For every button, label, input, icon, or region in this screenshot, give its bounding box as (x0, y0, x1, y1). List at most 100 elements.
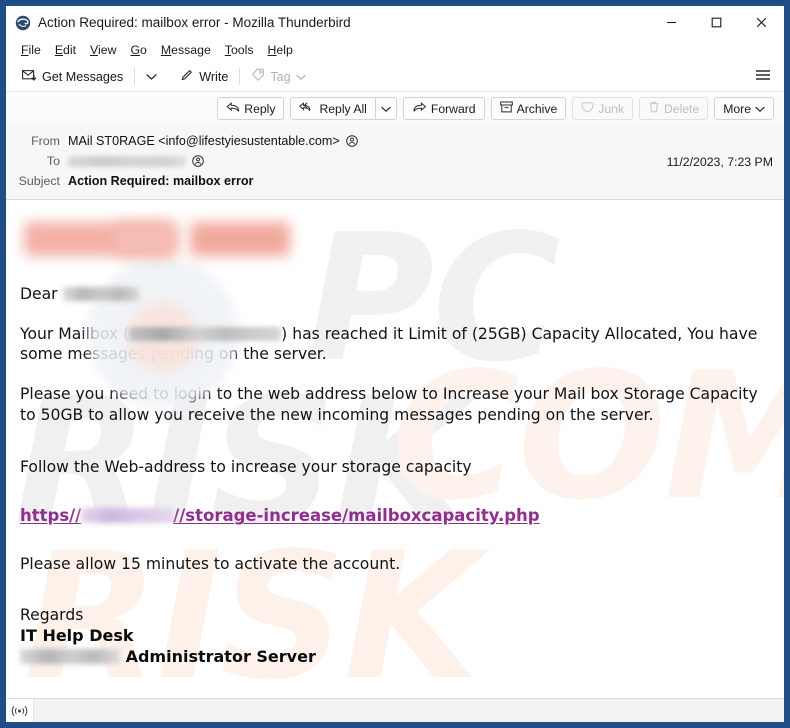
reply-all-label: Reply All (319, 101, 367, 116)
signature-org-redacted (20, 649, 120, 665)
link-host-redacted (81, 508, 174, 524)
tag-icon (251, 68, 265, 85)
to-label: To (46, 154, 60, 168)
more-label: More (723, 101, 751, 116)
header-row-subject: Subject Action Required: mailbox error (6, 171, 784, 191)
forward-icon (412, 101, 427, 116)
email-banner-image (20, 214, 770, 408)
forward-label: Forward (430, 101, 476, 116)
more-button[interactable]: More (714, 97, 774, 120)
network-activity-icon (6, 699, 34, 722)
greeting-name-redacted (62, 287, 139, 301)
thunderbird-icon (15, 15, 31, 31)
subject-label: Subject (18, 174, 60, 188)
phishing-link-line: https// //storage-increase/mailboxcapacit… (20, 506, 770, 525)
link-prefix: https// (20, 506, 82, 526)
trash-icon (648, 101, 660, 116)
message-body: PC RISK COM RISK Dear Your Mailbox () ha… (6, 200, 784, 698)
junk-label: Junk (598, 101, 624, 116)
banner-text-redacted-2 (115, 222, 179, 256)
tag-button[interactable]: Tag (245, 65, 311, 88)
reply-button[interactable]: Reply (217, 97, 285, 120)
header-row-from: From MAil ST0RAGE <info@lifestyiesustent… (6, 131, 784, 151)
from-label: From (31, 134, 60, 148)
message-headers: From MAil ST0RAGE <info@lifestyiesustent… (6, 125, 784, 200)
phishing-link[interactable]: https// //storage-increase/mailboxcapacit… (20, 506, 540, 525)
message-body-content: Dear Your Mailbox () has reached it Limi… (6, 200, 784, 666)
menubar: File Edit View Go Message Tools Help (6, 39, 784, 62)
app-root: Action Required: mailbox error - Mozilla… (0, 0, 790, 728)
maximize-icon (711, 17, 722, 28)
chevron-down-icon (381, 102, 391, 116)
hamburger-menu-icon (755, 68, 771, 86)
delete-button[interactable]: Delete (638, 97, 709, 120)
message-action-bar: Reply Reply All Forward Archive Junk Del… (6, 92, 784, 125)
delete-label: Delete (663, 101, 700, 116)
junk-button[interactable]: Junk (572, 97, 633, 120)
archive-label: Archive (516, 101, 558, 116)
signature-role: Administrator Server (125, 647, 316, 667)
signature-role-line: Administrator Server (20, 647, 770, 666)
add-contact-icon[interactable] (192, 155, 204, 167)
window-controls (649, 6, 784, 39)
get-messages-button[interactable]: Get Messages (16, 66, 129, 88)
signature-regards: Regards (20, 606, 84, 625)
link-suffix: //storage-increase/mailboxcapacity.php (173, 506, 540, 526)
get-messages-label: Get Messages (42, 69, 124, 84)
close-icon (756, 17, 767, 28)
chevron-down-icon (146, 70, 157, 84)
pencil-icon (180, 68, 194, 85)
get-messages-dropdown[interactable] (140, 67, 163, 87)
menu-file[interactable]: File (14, 42, 48, 59)
greeting-prefix: Dear (20, 285, 58, 303)
signature-department: IT Help Desk (20, 626, 134, 646)
tag-label: Tag (270, 69, 291, 84)
write-button[interactable]: Write (174, 65, 234, 88)
reply-all-button[interactable]: Reply All (290, 97, 376, 120)
add-contact-icon[interactable] (345, 135, 358, 147)
reply-icon (226, 101, 240, 116)
statusbar (6, 698, 784, 722)
chevron-down-icon (296, 70, 306, 84)
junk-icon (581, 101, 594, 116)
write-label: Write (199, 69, 229, 84)
from-value: MAil ST0RAGE <info@lifestyiesustentable.… (68, 134, 340, 148)
maximize-button[interactable] (694, 6, 739, 39)
archive-icon (499, 101, 513, 116)
toolbar-separator-1 (134, 68, 136, 85)
menu-go[interactable]: Go (123, 42, 153, 59)
from-value-wrap[interactable]: MAil ST0RAGE <info@lifestyiesustentable.… (68, 134, 358, 148)
paragraph-4: Please allow 15 minutes to activate the … (20, 555, 401, 574)
window-title: Action Required: mailbox error - Mozilla… (38, 15, 351, 30)
forward-button[interactable]: Forward (402, 97, 485, 120)
app-menu-button[interactable] (752, 67, 774, 87)
close-button[interactable] (739, 6, 784, 39)
banner-text-redacted-3 (190, 222, 290, 256)
archive-button[interactable]: Archive (490, 97, 567, 120)
subject-value: Action Required: mailbox error (68, 174, 254, 188)
chevron-down-icon (755, 102, 765, 116)
to-value-redacted (68, 155, 186, 167)
message-date: 11/2/2023, 7:23 PM (666, 155, 773, 169)
menu-tools[interactable]: Tools (218, 42, 261, 59)
minimize-button[interactable] (649, 6, 694, 39)
reply-all-dropdown[interactable] (375, 97, 397, 120)
minimize-icon (667, 21, 676, 24)
reply-label: Reply (244, 101, 276, 116)
titlebar: Action Required: mailbox error - Mozilla… (6, 6, 784, 39)
get-messages-icon (22, 69, 37, 85)
menu-view[interactable]: View (83, 42, 123, 59)
menu-edit[interactable]: Edit (48, 42, 83, 59)
menu-message[interactable]: Message (154, 42, 218, 59)
mailbox-email-redacted (129, 326, 282, 341)
main-toolbar: Get Messages Write Tag (6, 62, 784, 92)
to-value-wrap[interactable] (68, 155, 204, 167)
menu-help[interactable]: Help (261, 42, 300, 59)
reply-all-icon (299, 101, 315, 116)
thunderbird-window: Action Required: mailbox error - Mozilla… (6, 6, 784, 722)
paragraph-3: Follow the Web-address to increase your … (20, 457, 472, 476)
